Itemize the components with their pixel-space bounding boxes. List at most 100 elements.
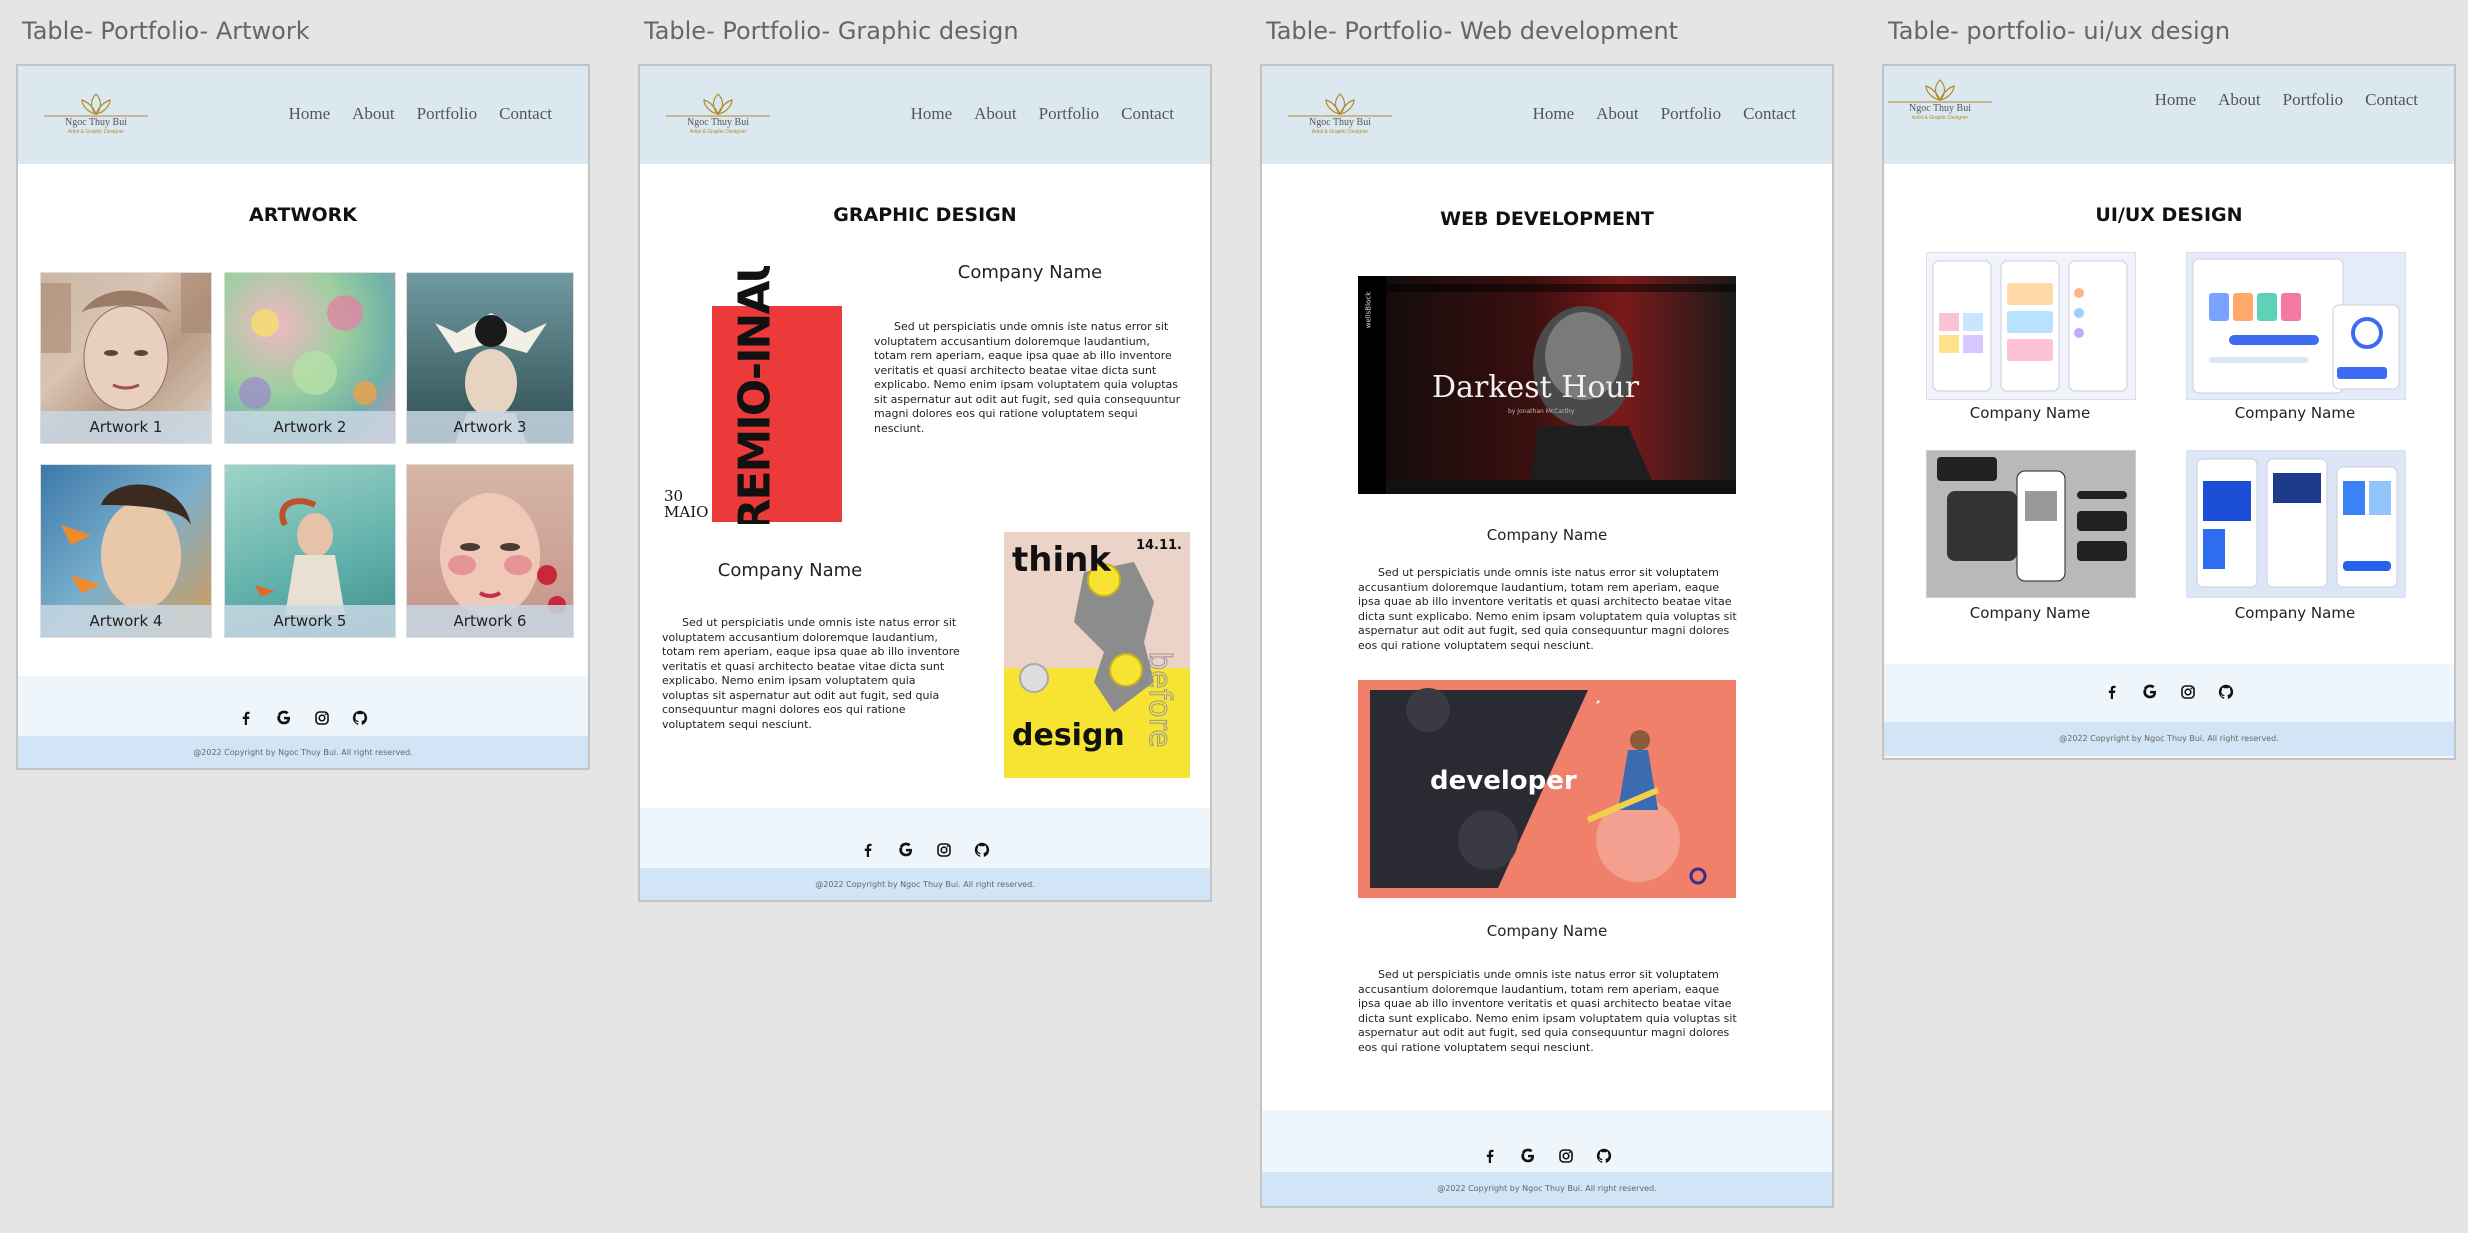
nav-about[interactable]: About [352,104,395,124]
logo-tagline: Artist & Graphic Designer [67,129,125,135]
uiux-project-2-image [2192,258,2400,394]
company-description: Sed ut perspiciatis unde omnis iste natu… [1358,566,1737,652]
artwork-card[interactable]: Artwork 6 [406,464,574,638]
nav-portfolio[interactable]: Portfolio [1661,104,1721,124]
lotus-logo-icon [666,93,770,117]
nav-home[interactable]: Home [1533,104,1575,124]
main-nav: Home About Portfolio Contact [911,104,1174,124]
company-description: Sed ut perspiciatis unde omnis iste natu… [662,616,960,731]
website-screenshot-darkest-hour[interactable]: Darkest Hour by Jonathan McCarthy wellsB… [1358,276,1736,494]
poster-date: 30 MAIO [664,487,709,521]
github-icon[interactable] [974,842,990,858]
artwork-card[interactable]: Artwork 1 [40,272,212,444]
poster-think-text: think [1012,540,1111,580]
logo[interactable]: Ngoc Thuy Bui Artist & Graphic Designer [664,90,772,138]
nav-portfolio[interactable]: Portfolio [2283,90,2343,110]
frame-graphic-design: Ngoc Thuy Bui Artist & Graphic Designer … [638,64,1212,902]
copyright-text: @2022 Copyright by Ngoc Thuy Bui. All ri… [1262,1172,1832,1206]
google-icon[interactable] [2142,684,2158,700]
poster-before-text: before [1142,651,1178,749]
nav-about[interactable]: About [1596,104,1639,124]
nav-home[interactable]: Home [911,104,953,124]
facebook-icon[interactable] [1482,1148,1498,1164]
artwork-caption: Artwork 5 [225,605,395,637]
site-footer: @2022 Copyright by Ngoc Thuy Bui. All ri… [640,808,1210,900]
nav-home[interactable]: Home [289,104,331,124]
poster-think-design[interactable]: 14.11. think before design [1004,532,1190,778]
logo-name: Ngoc Thuy Bui [686,117,750,128]
logo-tagline: Artist & Graphic Designer [1311,129,1369,135]
page-title: GRAPHIC DESIGN [833,204,1017,226]
copyright-text: @2022 Copyright by Ngoc Thuy Bui. All ri… [1884,722,2454,756]
frame-web-development: Ngoc Thuy Bui Artist & Graphic Designer … [1260,64,1834,1208]
company-name: Company Name [957,262,1103,283]
main-nav: Home About Portfolio Contact [1533,104,1796,124]
nav-contact[interactable]: Contact [2365,90,2418,110]
logo[interactable]: Ngoc Thuy Bui Artist & Graphic Designer [1286,90,1394,138]
social-icons [18,710,588,726]
site-footer: @2022 Copyright by Ngoc Thuy Bui. All ri… [1884,664,2454,758]
nav-contact[interactable]: Contact [499,104,552,124]
google-icon[interactable] [276,710,292,726]
instagram-icon[interactable] [2180,684,2196,700]
screenshot-subtitle: by Jonathan McCarthy [1508,408,1575,415]
artwork-card[interactable]: Artwork 4 [40,464,212,638]
page-title: ARTWORK [249,204,357,226]
uiux-project-card[interactable] [1926,252,2136,400]
company-name: Company Name [2234,604,2356,622]
screenshot-side-label: wellsBlock [1364,291,1373,329]
website-screenshot-developer[interactable]: developer [1358,680,1736,898]
site-footer: @2022 Copyright by Ngoc Thuy Bui. All ri… [1262,1110,1832,1206]
social-icons [1884,684,2454,700]
github-icon[interactable] [352,710,368,726]
logo-tagline: Artist & Graphic Designer [1911,115,1969,121]
google-icon[interactable] [898,842,914,858]
social-icons [640,842,1210,858]
nav-contact[interactable]: Contact [1743,104,1796,124]
company-name: Company Name [2234,404,2356,422]
github-icon[interactable] [1596,1148,1612,1164]
company-name: Company Name [1969,404,2091,422]
lotus-logo-icon [1288,93,1392,117]
nav-about[interactable]: About [974,104,1017,124]
uiux-project-1-image [1932,260,2128,392]
lotus-logo-icon [44,93,148,117]
instagram-icon[interactable] [936,842,952,858]
nav-portfolio[interactable]: Portfolio [1039,104,1099,124]
uiux-project-card[interactable] [1926,450,2136,598]
nav-contact[interactable]: Contact [1121,104,1174,124]
github-icon[interactable] [2218,684,2234,700]
google-icon[interactable] [1520,1148,1536,1164]
frame-label-artwork: Table- Portfolio- Artwork [22,17,310,45]
artwork-card[interactable]: Artwork 5 [224,464,396,638]
artwork-card[interactable]: Artwork 2 [224,272,396,444]
site-header: Ngoc Thuy Bui Artist & Graphic Designer … [18,66,588,164]
frame-uiux-design: Ngoc Thuy Bui Artist & Graphic Designer … [1882,64,2456,760]
facebook-icon[interactable] [238,710,254,726]
facebook-icon[interactable] [2104,684,2120,700]
screenshot-title: developer [1430,766,1577,796]
page-title: UI/UX DESIGN [2095,204,2243,226]
company-description: Sed ut perspiciatis unde omnis iste natu… [874,320,1181,435]
artwork-caption: Artwork 3 [407,411,573,443]
nav-about[interactable]: About [2218,90,2261,110]
uiux-project-card[interactable] [2186,252,2406,400]
frame-label-uiux-design: Table- portfolio- ui/ux design [1888,17,2231,45]
poster-gremio[interactable]: GREMIO-INAUGURA 30 MAIO [664,266,850,524]
uiux-project-4-image [2196,458,2398,588]
instagram-icon[interactable] [1558,1148,1574,1164]
artwork-caption: Artwork 4 [41,605,211,637]
lotus-logo-icon [1888,79,1992,103]
main-nav: Home About Portfolio Contact [2155,90,2418,110]
uiux-project-card[interactable] [2186,450,2406,598]
instagram-icon[interactable] [314,710,330,726]
logo[interactable]: Ngoc Thuy Bui Artist & Graphic Designer [1886,76,1994,124]
copyright-text: @2022 Copyright by Ngoc Thuy Bui. All ri… [18,736,588,768]
company-name: Company Name [717,560,863,581]
facebook-icon[interactable] [860,842,876,858]
nav-portfolio[interactable]: Portfolio [417,104,477,124]
logo[interactable]: Ngoc Thuy Bui Artist & Graphic Designer [42,90,150,138]
nav-home[interactable]: Home [2155,90,2197,110]
frame-label-graphic-design: Table- Portfolio- Graphic design [644,17,1019,45]
artwork-card[interactable]: Artwork 3 [406,272,574,444]
